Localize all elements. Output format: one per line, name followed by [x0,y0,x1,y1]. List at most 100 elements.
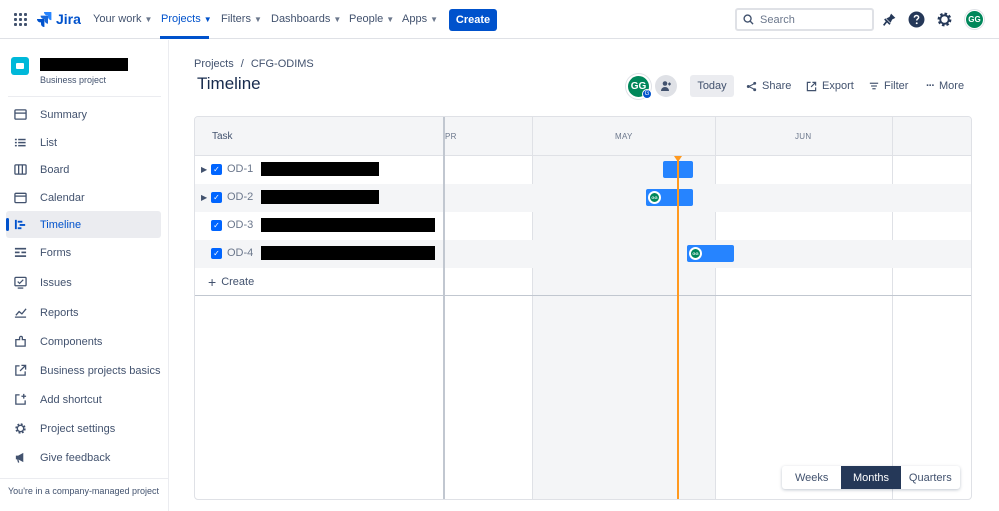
nav-dashboards-label: Dashboards [271,13,331,25]
rows-divider [195,295,971,296]
chevron-down-icon: ▼ [333,14,342,24]
notifications-icon[interactable] [881,11,898,28]
sidebar-item-components[interactable]: Components [6,328,161,355]
chevron-down-icon: ▼ [386,14,395,24]
timeline-row-od-1[interactable]: ▶ ✓ OD-1 [195,156,971,184]
sidebar-item-label: Give feedback [40,451,111,464]
task-checkbox-icon: ✓ [211,220,222,231]
schedule-bar[interactable]: GG [687,245,734,262]
sidebar-item-label: Business projects basics [40,364,161,377]
redacted-summary [261,246,435,260]
timeline-zoom-toggle: Weeks Months Quarters [782,466,960,489]
nav-projects[interactable]: Projects ▼ [161,13,212,25]
month-label-apr: PR [445,132,457,141]
jira-logo[interactable]: Jira [36,11,81,27]
sidebar-item-project-settings[interactable]: Project settings [6,415,161,442]
expand-chevron-icon[interactable]: ▶ [201,193,207,202]
sidebar-item-timeline[interactable]: Timeline [6,211,161,238]
task-column-resizer[interactable] [443,117,445,499]
breadcrumb: Projects / CFG-ODIMS [194,58,314,70]
sidebar-item-give-feedback[interactable]: Give feedback [6,444,161,471]
sidebar-item-reports[interactable]: Reports [6,299,161,326]
timeline-row-od-4[interactable]: ✓ OD-4 GG [195,240,971,268]
sidebar-item-list[interactable]: List [6,129,161,156]
search-input[interactable]: Search [735,8,874,31]
timeline-icon [14,219,26,230]
sidebar-footer-divider [0,478,168,479]
sidebar-item-label: Timeline [40,218,82,231]
user-avatar[interactable]: GG [965,10,984,29]
chevron-down-icon: ▼ [253,14,262,24]
sidebar-item-label: Reports [40,306,79,319]
month-label-jun: JUN [795,132,812,141]
calendar-icon [14,192,27,204]
nav-apps[interactable]: Apps ▼ [402,13,438,25]
sidebar-item-business-projects-basics[interactable]: Business projects basics [6,357,161,384]
today-button[interactable]: Today [690,75,734,97]
task-checkbox-icon: ✓ [211,164,222,175]
add-shortcut-icon [15,393,27,405]
create-button[interactable]: Create [449,9,497,31]
redacted-summary [261,218,435,232]
nav-your-work-label: Your work [93,13,142,25]
sidebar-border [168,40,169,511]
more-button[interactable]: ··· More [926,80,964,92]
timeline-row-od-2[interactable]: ▶ ✓ OD-2 GG [195,184,971,212]
today-line [677,160,679,499]
sidebar-item-forms[interactable]: Forms [6,239,161,266]
sidebar-item-label: Add shortcut [40,393,102,406]
task-checkbox-icon: ✓ [211,192,222,203]
nav-dashboards[interactable]: Dashboards ▼ [271,13,341,25]
breadcrumb-separator: / [240,58,244,70]
sidebar-item-label: Summary [40,108,88,121]
nav-people-label: People [349,13,384,25]
zoom-months-button[interactable]: Months [841,466,901,489]
components-icon [15,335,26,347]
nav-projects-label: Projects [161,13,201,25]
settings-gear-icon[interactable] [936,11,953,28]
export-label: Export [822,80,854,92]
reports-icon [14,308,27,318]
nav-people[interactable]: People ▼ [349,13,394,25]
megaphone-icon [15,452,24,463]
sidebar-item-label: Project settings [40,422,116,435]
zoom-weeks-button[interactable]: Weeks [782,466,841,489]
chevron-down-icon: ▼ [430,14,438,24]
chevron-down-icon: ▼ [203,14,212,24]
redacted-project-name [40,58,128,71]
sidebar-item-board[interactable]: Board [6,156,161,183]
nav-filters[interactable]: Filters ▼ [221,13,262,25]
timeline-row-od-3[interactable]: ✓ OD-3 [195,212,971,240]
add-people-button[interactable] [655,75,677,97]
search-placeholder: Search [760,13,795,26]
redacted-summary [261,162,379,176]
sidebar-item-issues[interactable]: Issues [6,269,161,296]
sidebar-item-add-shortcut[interactable]: Add shortcut [6,386,161,413]
nav-active-indicator [160,36,209,39]
issue-key[interactable]: OD-2 [227,191,253,203]
issue-key[interactable]: OD-4 [227,247,253,259]
breadcrumb-project[interactable]: CFG-ODIMS [251,58,314,70]
sidebar-item-summary[interactable]: Summary [6,101,161,128]
schedule-bar[interactable]: GG [646,189,693,206]
forms-icon [14,247,27,257]
nav-filters-label: Filters [221,13,251,25]
issue-key[interactable]: OD-3 [227,219,253,231]
issue-key[interactable]: OD-1 [227,163,253,175]
sidebar-item-label: Issues [40,276,72,289]
help-icon[interactable] [908,11,925,28]
zoom-quarters-button[interactable]: Quarters [901,466,960,489]
more-dots-icon: ··· [926,80,935,92]
create-issue-row[interactable]: + Create [195,268,443,296]
breadcrumb-projects[interactable]: Projects [194,58,234,70]
nav-your-work[interactable]: Your work ▼ [93,13,152,25]
expand-chevron-icon[interactable]: ▶ [201,165,207,174]
app-switcher-icon[interactable] [14,13,27,26]
filter-button[interactable]: Filter [869,80,908,92]
share-button[interactable]: Share [746,80,791,92]
project-header[interactable] [11,57,29,75]
create-issue-label: Create [221,276,255,288]
sidebar-item-calendar[interactable]: Calendar [6,184,161,211]
page-title: Timeline [197,74,261,93]
export-button[interactable]: Export [806,80,854,92]
